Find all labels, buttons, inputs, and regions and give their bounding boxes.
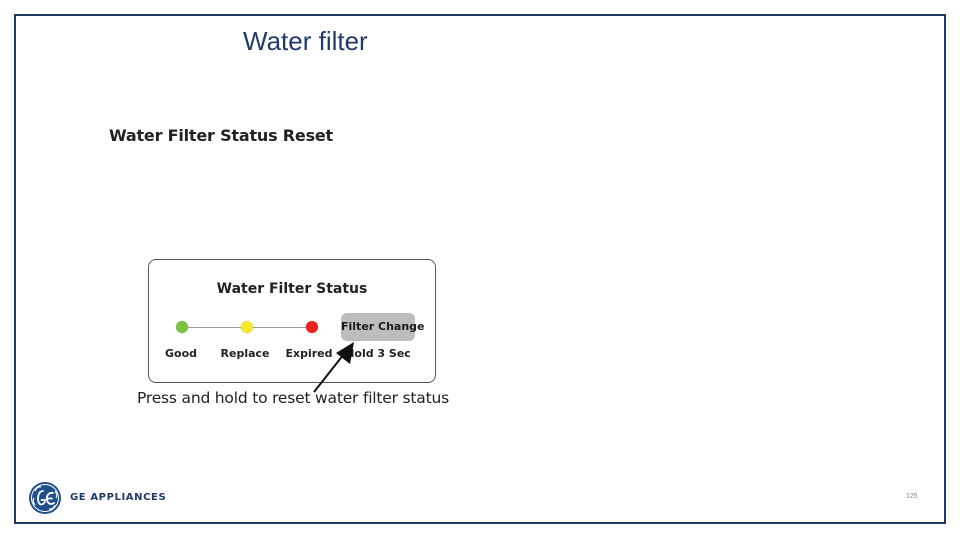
section-heading: Water Filter Status Reset — [109, 126, 333, 145]
filter-change-button[interactable]: Filter Change — [341, 313, 425, 341]
slide-title: Water filter — [243, 26, 368, 56]
instruction-caption: Press and hold to reset water filter sta… — [137, 389, 449, 407]
good-label: Good — [164, 347, 198, 360]
ge-monogram-icon — [29, 482, 61, 514]
replace-label: Replace — [220, 347, 270, 360]
brand-name: GE APPLIANCES — [70, 492, 167, 503]
panel-title: Water Filter Status — [216, 281, 368, 297]
replace-status-indicator — [241, 321, 253, 333]
expired-status-indicator — [306, 321, 318, 333]
water-filter-status-panel: Water Filter Status Good Replace Expired… — [148, 259, 436, 383]
pointer-arrow-icon — [313, 342, 354, 393]
good-status-indicator — [176, 321, 188, 333]
page-number: 125 — [906, 493, 918, 500]
